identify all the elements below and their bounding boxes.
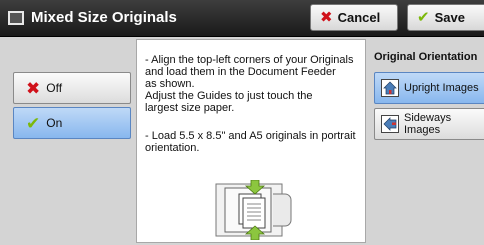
off-option-button[interactable]: ✖ Off bbox=[13, 72, 131, 104]
upright-label: Upright Images bbox=[404, 82, 479, 94]
guide-panel: - Align the top-left corners of your Ori… bbox=[136, 39, 366, 243]
cancel-label: Cancel bbox=[337, 10, 381, 25]
cancel-button[interactable]: ✖ Cancel bbox=[310, 4, 398, 31]
green-check-icon: ✔ bbox=[417, 9, 430, 26]
orientation-label: Original Orientation bbox=[374, 51, 478, 63]
save-label: Save bbox=[434, 10, 465, 25]
sideways-house-icon bbox=[381, 115, 399, 133]
document-feeder-illustration bbox=[215, 180, 292, 240]
upright-house-icon bbox=[381, 79, 399, 97]
title-bar: Mixed Size Originals ✖ Cancel ✔ Save bbox=[0, 0, 484, 37]
on-label: On bbox=[46, 116, 63, 130]
guide-text-alignment: - Align the top-left corners of your Ori… bbox=[145, 54, 354, 114]
page-title: Mixed Size Originals bbox=[31, 9, 177, 26]
upright-images-button[interactable]: Upright Images bbox=[374, 72, 484, 104]
title-wrap: Mixed Size Originals bbox=[8, 9, 177, 26]
guide-text-load: - Load 5.5 x 8.5" and A5 originals in po… bbox=[145, 130, 356, 154]
save-button[interactable]: ✔ Save bbox=[407, 4, 484, 31]
window-icon bbox=[8, 10, 24, 25]
sideways-label: Sideways Images bbox=[404, 112, 452, 136]
off-label: Off bbox=[46, 81, 63, 95]
on-option-button[interactable]: ✔ On bbox=[13, 107, 131, 139]
green-check-icon: ✔ bbox=[26, 113, 41, 133]
red-x-icon: ✖ bbox=[320, 9, 333, 26]
sideways-images-button[interactable]: Sideways Images bbox=[374, 108, 484, 140]
red-x-icon: ✖ bbox=[26, 78, 41, 98]
